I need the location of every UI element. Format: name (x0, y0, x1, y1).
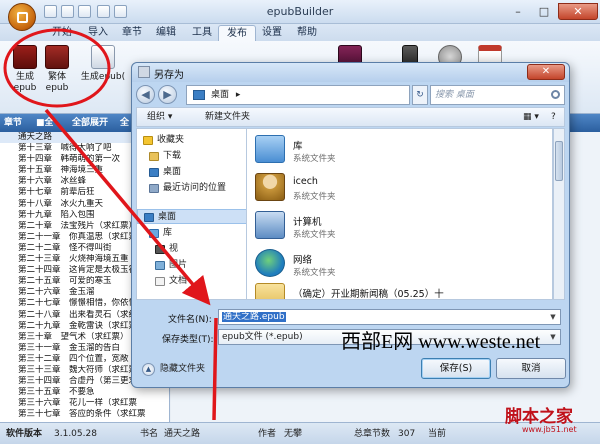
epub-book-icon (13, 45, 37, 69)
back-button[interactable]: ◀ (136, 85, 155, 104)
cut-button[interactable]: 全 (120, 114, 129, 132)
ribbon-tab-bar: 开始 导入 章节 编辑 工具 发布 设置 帮助 (0, 24, 600, 41)
favorites-star-icon (143, 136, 153, 145)
select-all-button[interactable]: ■ 全选 (36, 114, 54, 146)
help-icon[interactable]: ? (551, 108, 556, 126)
chevron-up-icon: ▲ (142, 363, 155, 376)
dialog-command-bar: 组织 ▾ 新建文件夹 ▦ ▾ ? (136, 107, 565, 127)
download-folder-icon (149, 152, 159, 161)
refresh-button[interactable]: ↻ (412, 85, 428, 105)
list-item[interactable]: （确定）开业期新闻稿（05.25）十 (255, 281, 545, 299)
chapter-panel-title: 章节 (4, 118, 23, 128)
document-icon (91, 45, 115, 69)
list-item[interactable]: 网络 系统文件夹 (255, 247, 545, 283)
tab-settings[interactable]: 设置 (254, 25, 290, 41)
file-list-scrollbar[interactable] (553, 128, 565, 300)
tab-publish[interactable]: 发布 (218, 25, 256, 41)
nav-downloads[interactable]: 下载 (149, 149, 181, 164)
maximize-button[interactable]: □ (532, 3, 556, 20)
filename-label: 文件名(N): (168, 315, 212, 325)
tab-tools[interactable]: 工具 (184, 25, 220, 41)
recent-places-icon (149, 184, 159, 193)
tab-help[interactable]: 帮助 (289, 25, 325, 41)
search-icon (551, 90, 560, 99)
list-item[interactable]: 库 系统文件夹 (255, 133, 545, 169)
document-icon (155, 277, 165, 286)
app-menu-button[interactable] (8, 3, 36, 31)
desktop-icon (144, 213, 154, 222)
dialog-close-button[interactable]: ✕ (527, 64, 565, 80)
tab-edit[interactable]: 编辑 (148, 25, 184, 41)
minimize-button[interactable]: – (506, 3, 530, 20)
library-icon (149, 229, 159, 238)
expand-all-button[interactable]: 全部展开 (72, 114, 108, 132)
video-icon (155, 245, 165, 254)
navigation-pane[interactable]: 收藏夹 下载 桌面 最近访问的位置 桌面 库 视 图片 文档 (136, 128, 246, 300)
generate-epub-variant-button[interactable]: 生成epub( (76, 45, 130, 83)
file-list[interactable]: 库 系统文件夹 icech 系统文件夹 计算机 系统文件夹 网络 系统文件夹 （… (246, 128, 553, 300)
nav-videos[interactable]: 视 (155, 242, 178, 257)
dialog-nav-row: ◀ ▶ 桌面 ▸ ↻ 搜索 桌面 (136, 84, 565, 106)
picture-icon (155, 261, 165, 270)
total-chapters-label: 总章节数 (354, 429, 391, 439)
version-value: 3.1.05.28 (54, 429, 97, 439)
list-item[interactable]: 第三十七章 答应的条件（求红票 (0, 409, 169, 420)
total-chapters-value: 307 (398, 429, 416, 439)
computer-icon (255, 211, 285, 239)
dialog-window-icon (138, 66, 150, 78)
folder-icon (255, 283, 285, 299)
dialog-title-bar[interactable]: 另存为 ✕ (132, 63, 569, 82)
tab-import[interactable]: 导入 (80, 25, 116, 41)
new-folder-button[interactable]: 新建文件夹 (205, 108, 250, 126)
view-options-icon[interactable]: ▦ ▾ (523, 108, 539, 126)
list-item[interactable]: 计算机 系统文件夹 (255, 209, 545, 245)
address-bar[interactable]: 桌面 ▸ (186, 85, 410, 105)
address-text: 桌面 (211, 90, 230, 100)
nav-desktop[interactable]: 桌面 (149, 165, 181, 180)
book-name: 通天之路 (164, 429, 201, 439)
current-label: 当前 (428, 429, 447, 439)
close-button[interactable]: ✕ (558, 3, 598, 20)
traditional-epub-button[interactable]: 繁体 epub (37, 45, 77, 94)
author-label: 作者 (258, 429, 277, 439)
author-name: 无攀 (284, 429, 303, 439)
site-logo: 脚本之家 (505, 407, 573, 427)
user-folder-icon (255, 173, 285, 201)
site-url: www.jb51.net (522, 425, 577, 434)
filename-value: 通天之路.epub (222, 312, 286, 322)
cancel-button[interactable]: 取消 (496, 358, 566, 379)
traditional-book-icon (45, 45, 69, 69)
desktop-icon (193, 90, 205, 100)
library-icon (255, 135, 285, 163)
tab-start[interactable]: 开始 (44, 25, 80, 41)
filetype-label: 保存类型(T): (162, 335, 214, 345)
organize-menu[interactable]: 组织 ▾ (147, 108, 172, 126)
list-item[interactable]: icech 系统文件夹 (255, 171, 545, 207)
forward-button[interactable]: ▶ (158, 85, 177, 104)
nav-desktop-root[interactable]: 桌面 (137, 209, 246, 224)
chevron-down-icon[interactable]: ▼ (547, 311, 559, 323)
filename-field[interactable]: 通天之路.epub ▼ (218, 309, 561, 325)
hide-folders-toggle[interactable]: ▲ 隐藏文件夹 (142, 362, 205, 376)
address-arrow-icon[interactable]: ▸ (236, 90, 241, 100)
filetype-value: epub文件 (*.epub) (222, 332, 303, 342)
list-item[interactable]: 第三十六章 花儿一样（求红票 (0, 398, 169, 409)
nav-favorites[interactable]: 收藏夹 (143, 133, 184, 148)
nav-recent[interactable]: 最近访问的位置 (149, 181, 226, 196)
chevron-down-icon[interactable]: ▼ (547, 331, 559, 343)
watermark-text: 西部E网 www.weste.net (341, 331, 541, 353)
tab-chapter[interactable]: 章节 (114, 25, 150, 41)
book-label: 书名 (140, 429, 159, 439)
save-button[interactable]: 保存(S) (421, 358, 491, 379)
title-bar: epubBuilder – □ ✕ (0, 0, 600, 24)
nav-documents[interactable]: 文档 (155, 274, 187, 289)
nav-libraries[interactable]: 库 (149, 226, 172, 241)
search-input[interactable]: 搜索 桌面 (430, 85, 565, 105)
desktop-icon (149, 168, 159, 177)
version-label: 软件版本 (6, 429, 43, 439)
dialog-title: 另存为 (154, 70, 184, 81)
network-icon (255, 249, 285, 277)
list-item[interactable]: 第三十五章 不要急 (0, 387, 169, 398)
nav-pictures[interactable]: 图片 (155, 258, 187, 273)
